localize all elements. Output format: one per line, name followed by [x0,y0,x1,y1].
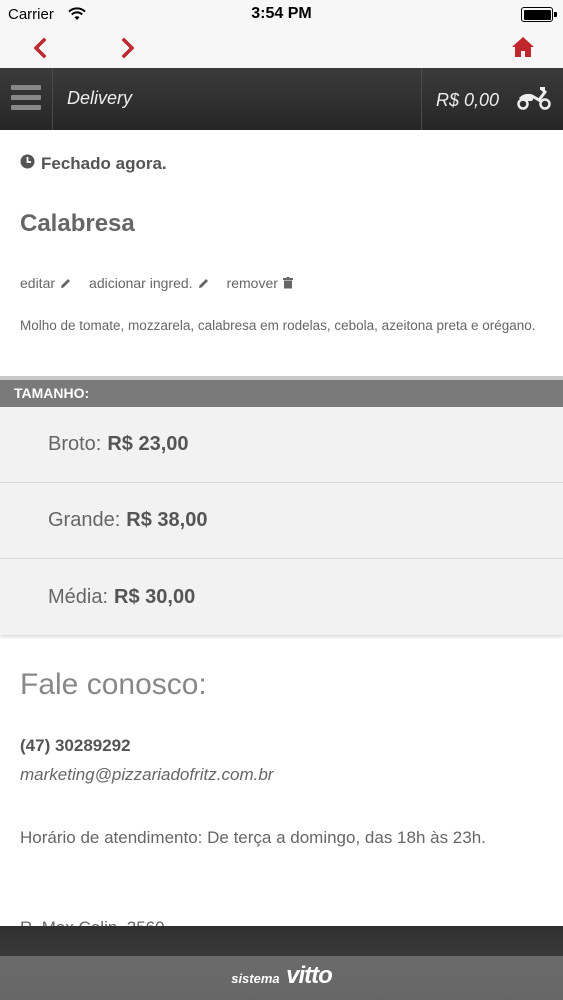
status-bar: Carrier 3:54 PM [0,0,563,30]
size-price: R$ 23,00 [107,433,189,455]
size-label: Média: [48,585,109,608]
contact-hours: Horário de atendimento: De terça a domin… [20,828,486,847]
home-icon[interactable] [511,36,535,63]
clock-icon [20,154,35,174]
size-option-grande[interactable]: Grande: R$ 38,00 [0,483,563,559]
scooter-icon [517,86,551,115]
contact-phone[interactable]: (47) 30289292 [20,736,131,756]
pencil-icon [61,278,71,288]
size-label: Broto: [48,433,102,455]
size-label: Grande: [48,509,121,531]
add-ingredient-label: adicionar ingred. [89,275,193,291]
size-price: R$ 38,00 [126,509,208,531]
add-ingredient-link[interactable]: adicionar ingred. [89,275,209,291]
footer-prefix: sistema [231,971,280,986]
edit-link[interactable]: editar [20,275,71,291]
cart-total: R$ 0,00 [436,90,500,110]
chevron-right-icon[interactable] [118,37,138,64]
edit-label: editar [20,275,56,291]
remove-label: remover [226,275,278,291]
product-details: Fechado agora. Calabresa editar adiciona… [0,130,563,376]
store-status: Fechado agora. [20,154,167,174]
contact-section: Fale conosco: (47) 30289292 marketing@pi… [0,640,563,937]
app-header: Delivery R$ 0,00 [0,68,563,130]
store-status-text: Fechado agora. [41,154,167,173]
contact-email[interactable]: marketing@pizzariadofritz.com.br [20,765,273,785]
footer-bar: sistema vitto [0,926,563,1000]
menu-icon[interactable] [0,68,53,130]
battery-icon [521,7,557,22]
size-section-title: TAMANHO: [14,385,90,401]
chevron-left-icon[interactable] [30,37,50,64]
size-option-media[interactable]: Média: R$ 30,00 [0,559,563,635]
trash-icon [282,277,293,289]
pencil-icon [198,278,208,288]
product-name: Calabresa [20,210,135,237]
clock-time: 3:54 PM [251,5,312,22]
footer-brand: vitto [286,962,333,989]
browser-nav-bar [0,30,563,68]
contact-title: Fale conosco: [20,668,207,701]
remove-link[interactable]: remover [227,275,293,291]
size-options: Broto: R$ 23,00 Grande: R$ 38,00 Média: … [0,407,563,635]
header-title: Delivery [67,88,133,108]
size-section-header: TAMANHO: [0,376,563,407]
size-option-broto[interactable]: Broto: R$ 23,00 [0,407,563,483]
product-description: Molho de tomate, mozzarela, calabresa em… [20,318,536,333]
size-price: R$ 30,00 [114,585,196,608]
cart-button[interactable]: R$ 0,00 [421,68,563,130]
vitto-logo: sistema vitto [0,962,563,990]
product-actions: editar adicionar ingred. remover [20,275,293,291]
